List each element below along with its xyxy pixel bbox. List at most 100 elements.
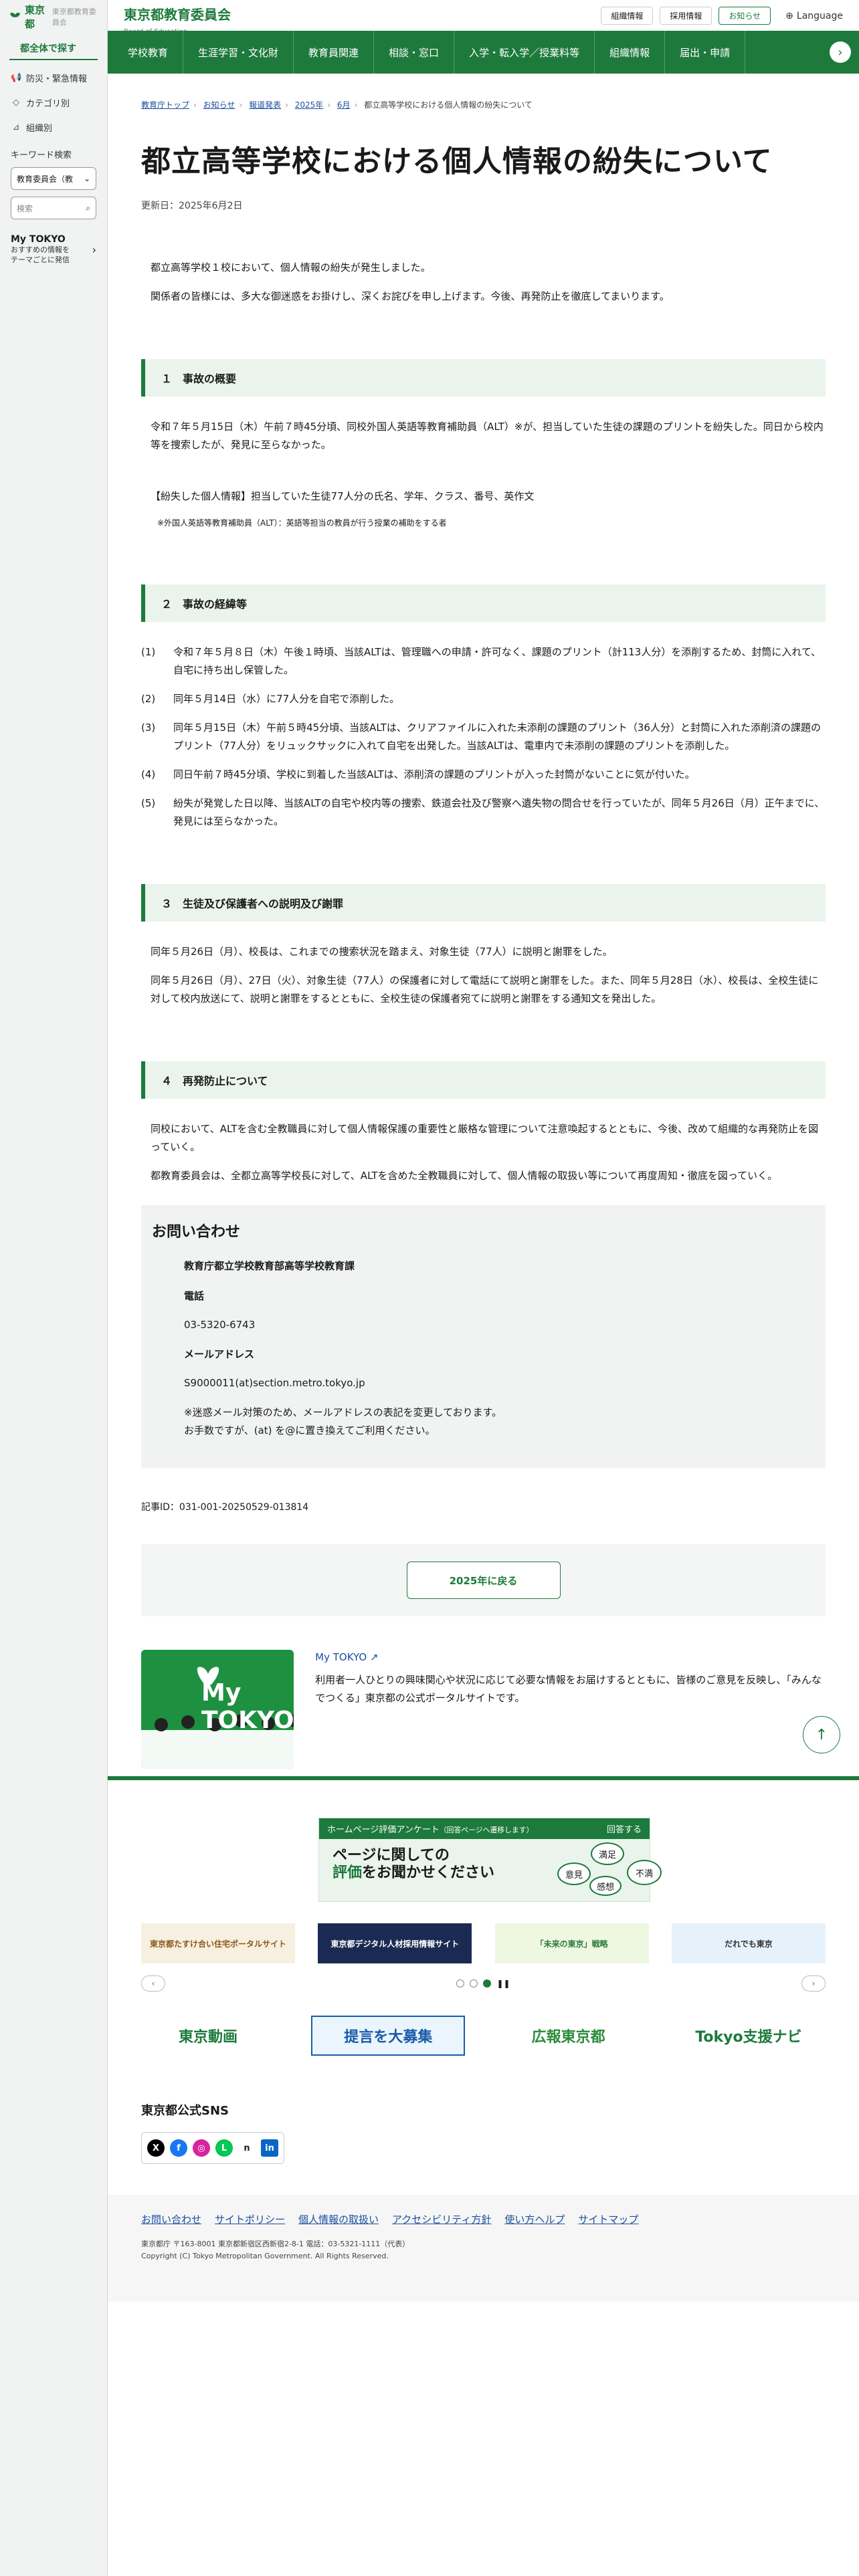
- external-link-icon: ↗: [369, 1650, 379, 1663]
- linkedin-icon[interactable]: in: [261, 2139, 278, 2157]
- page-title: 都立高等学校における個人情報の紛失について: [141, 144, 773, 179]
- instagram-icon[interactable]: ◎: [193, 2139, 210, 2157]
- breadcrumb-link[interactable]: 報道発表: [249, 100, 281, 110]
- contact-mail: S9000011(at)section.metro.tokyo.jp: [184, 1376, 365, 1389]
- back-to-top-button[interactable]: ↑: [803, 1716, 840, 1753]
- article-id: 記事ID：031-001-20250529-013814: [141, 1501, 309, 1513]
- search-scope-select[interactable]: 教育委員会（教 ⌄: [11, 167, 96, 190]
- banner-digital-recruit[interactable]: 東京都デジタル人材採用情報サイト: [318, 1923, 472, 1963]
- section-paragraph: 都教育委員会は、全都立高等学校長に対して、ALTを含めた全教職員に対して、個人情…: [151, 1169, 778, 1182]
- nav-item-staff[interactable]: 教育員関連: [294, 31, 375, 74]
- breadcrumb-link[interactable]: 教育庁トップ: [141, 100, 189, 110]
- survey-banner[interactable]: ホームページ評価アンケート（回答ページへ遷移します） 回答する ページに関しての…: [318, 1818, 662, 1902]
- contact-note: ※迷惑メール対策のため、メールアドレスの表記を変更しております。: [184, 1406, 502, 1418]
- org-chart-icon: ⊿: [12, 122, 20, 132]
- survey-line2a: 評価: [332, 1864, 363, 1882]
- carousel-dot[interactable]: [456, 1979, 465, 1988]
- pause-icon[interactable]: ❚❚: [496, 1979, 510, 1988]
- contact-mail-label: メールアドレス: [184, 1348, 255, 1360]
- footer-divider: [108, 1776, 859, 1780]
- contact-tel: 03-5320-6743: [184, 1318, 256, 1331]
- mytokyo-title: My TOKYO: [11, 234, 66, 245]
- back-to-year-button[interactable]: 2025年に戻る: [406, 1561, 561, 1599]
- breadcrumb-current: 都立高等学校における個人情報の紛失について: [364, 100, 533, 110]
- language-button[interactable]: ⊕ Language: [785, 11, 843, 21]
- nav-scroll-next-button[interactable]: ›: [830, 41, 851, 63]
- org-info-button[interactable]: 組織情報: [601, 7, 654, 25]
- nav-item-application[interactable]: 届出・申請: [665, 31, 746, 74]
- banner-future-tokyo[interactable]: 「未来の東京」戦略: [494, 1923, 649, 1963]
- nav-item-lifelong[interactable]: 生涯学習・文化財: [183, 31, 294, 74]
- keyword-search-label: キーワード検索: [11, 150, 72, 160]
- global-nav: 学校教育 生涯学習・文化財 教育員関連 相談・窓口 入学・転入学／授業料等 組織…: [108, 31, 859, 74]
- search-input[interactable]: 検索 ⌕: [11, 197, 96, 219]
- carousel-prev-button[interactable]: ‹: [141, 1975, 165, 1992]
- footer-address: 東京都庁 〒163-8001 東京都新宿区西新宿2-8-1 電話：03-5321…: [141, 2240, 410, 2248]
- breadcrumb-link[interactable]: 2025年: [295, 100, 324, 110]
- banner-teigen[interactable]: 提言を大募集: [311, 2016, 466, 2056]
- mytokyo-desc: テーマごとに発信: [11, 255, 70, 265]
- main-content: 教育庁トップ › お知らせ › 報道発表 › 2025年 › 6月 › 都立高等学校におけ…: [141, 74, 826, 1769]
- sidebar-heading: 都全体で探す: [9, 33, 98, 60]
- mytokyo-link[interactable]: My TOKYO おすすめの情報を テーマごとに発信 ›: [11, 234, 96, 265]
- carousel-dot[interactable]: [470, 1979, 478, 1988]
- carousel-next-button[interactable]: ›: [801, 1975, 826, 1992]
- footer-link-policy[interactable]: サイトポリシー: [215, 2212, 285, 2226]
- search-icon[interactable]: ⌕: [86, 203, 90, 213]
- nav-item-school[interactable]: 学校教育: [113, 31, 184, 74]
- line-icon[interactable]: L: [215, 2139, 233, 2157]
- contact-heading: お問い合わせ: [152, 1223, 241, 1241]
- banner-housing[interactable]: 東京都たすけ合い住宅ポータルサイト: [141, 1923, 295, 1963]
- intro-paragraph: 都立高等学校１校において、個人情報の紛失が発生しました。: [151, 261, 431, 274]
- ginkgo-leaf-icon: [10, 12, 20, 21]
- sns-section: 東京都公式SNS X f ◎ L n in: [141, 2101, 284, 2164]
- section-heading: ４ 再発防止について: [141, 1061, 826, 1099]
- nav-item-org[interactable]: 組織情報: [595, 31, 666, 74]
- carousel-controls: ‹ ❚❚ ›: [141, 1975, 826, 1992]
- sidebar-item-organization[interactable]: ⊿ 組織別: [0, 115, 107, 140]
- recruit-button[interactable]: 採用情報: [660, 7, 712, 25]
- banner-row: 東京動画 提言を大募集 広報東京都 Tokyo支援ナビ: [141, 2016, 826, 2056]
- tag-icon: ◇: [13, 98, 19, 108]
- chevron-down-icon: ⌄: [83, 174, 90, 183]
- footer-link-contact[interactable]: お問い合わせ: [141, 2212, 201, 2226]
- banner-shien-navi[interactable]: Tokyo支援ナビ: [672, 2016, 826, 2056]
- banner-tokyo-douga[interactable]: 東京動画: [141, 2016, 275, 2056]
- banner-koho-tokyo[interactable]: 広報東京都: [502, 2016, 636, 2056]
- footer-link-accessibility[interactable]: アクセシビリティ方針: [392, 2212, 491, 2226]
- contact-dept: 教育庁都立学校教育部高等学校教育課: [184, 1259, 355, 1272]
- sidebar-item-disaster[interactable]: 📢 防災・緊急情報: [0, 66, 107, 90]
- facebook-icon[interactable]: f: [170, 2139, 187, 2157]
- site-title-text: 東京都教育委員会: [124, 7, 231, 23]
- x-icon[interactable]: X: [147, 2139, 165, 2157]
- footnote: ※外国人英語等教育補助員（ALT）：英語等担当の教員が行う授業の補助をする者: [157, 518, 447, 528]
- search-placeholder: 検索: [17, 203, 33, 213]
- sidebar-item-category[interactable]: ◇ カテゴリ別: [0, 90, 107, 115]
- mytokyo-banner-image[interactable]: My TOKYO: [141, 1649, 294, 1769]
- mytokyo-external-link[interactable]: My TOKYO ↗: [315, 1651, 378, 1663]
- banner-daredemo-tokyo[interactable]: だれでも東京: [671, 1923, 826, 1963]
- section-heading: １ 事故の概要: [141, 359, 826, 397]
- back-section: 2025年に戻る: [141, 1543, 826, 1616]
- survey-answer-link[interactable]: 回答する: [607, 1822, 642, 1835]
- news-button[interactable]: お知らせ: [719, 7, 771, 25]
- footer-copyright: Copyright (C) Tokyo Metropolitan Governm…: [141, 2251, 389, 2260]
- nav-item-admission[interactable]: 入学・転入学／授業料等: [454, 31, 595, 74]
- sidebar-item-label: 組織別: [26, 124, 53, 134]
- language-label: Language: [796, 10, 843, 21]
- logo-sub: 東京都教育委員会: [52, 7, 96, 27]
- breadcrumb-link[interactable]: 6月: [337, 100, 351, 110]
- carousel-dot[interactable]: [483, 1979, 492, 1988]
- note-icon[interactable]: n: [238, 2139, 256, 2157]
- sidebar-item-label: カテゴリ別: [26, 99, 70, 109]
- breadcrumb-link[interactable]: お知らせ: [203, 100, 235, 110]
- footer-link-help[interactable]: 使い方ヘルプ: [504, 2212, 565, 2226]
- updated-date: 更新日：2025年6月2日: [141, 201, 243, 211]
- contact-box: お問い合わせ 教育庁都立学校教育部高等学校教育課 電話 03-5320-6743…: [141, 1204, 826, 1468]
- footer-link-privacy[interactable]: 個人情報の取扱い: [298, 2212, 379, 2226]
- section-paragraph: 令和７年５月15日（木）午前７時45分頃、同校外国人英語等教育補助員（ALT）※…: [151, 421, 824, 451]
- footer-link-sitemap[interactable]: サイトマップ: [578, 2212, 638, 2226]
- tokyo-logo[interactable]: 東京都 東京都教育委員会: [0, 0, 107, 33]
- nav-item-consult[interactable]: 相談・窓口: [374, 31, 455, 74]
- contact-note: お手数ですが、(at) を@に置き換えてご利用ください。: [184, 1424, 436, 1436]
